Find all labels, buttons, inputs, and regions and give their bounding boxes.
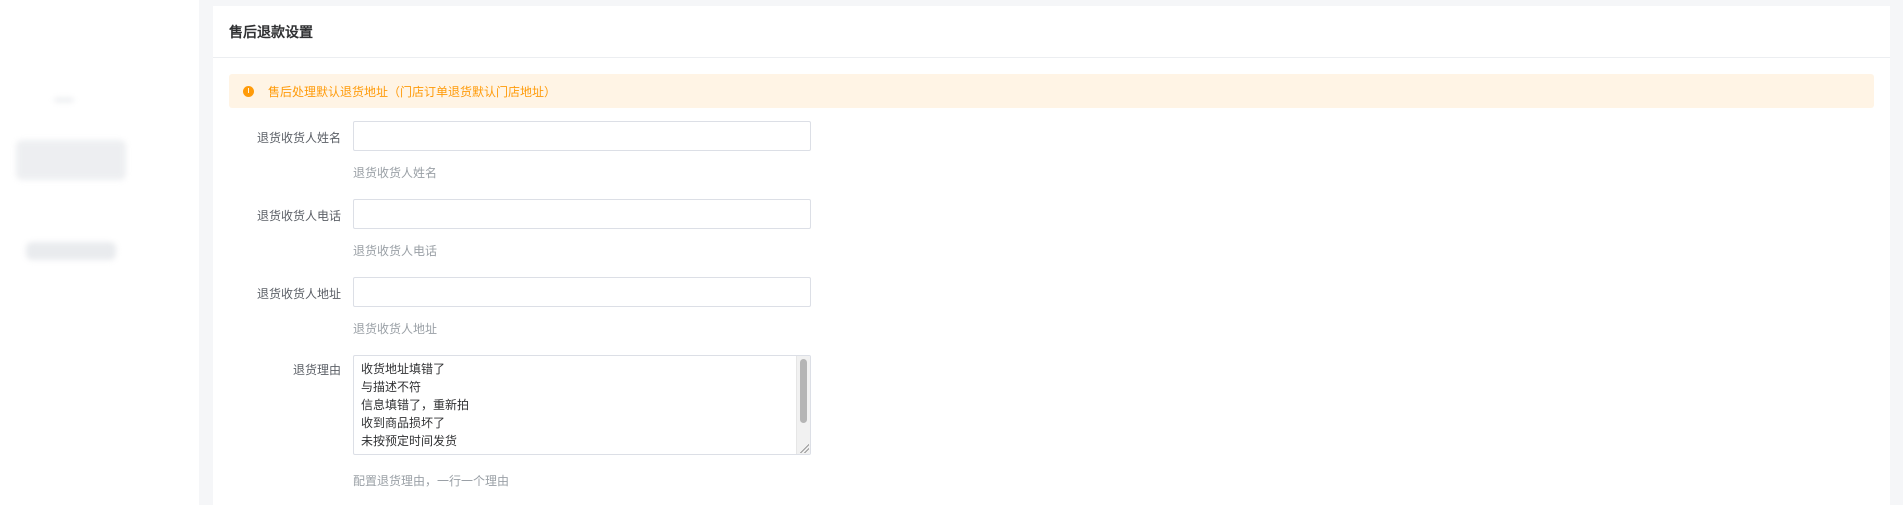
sidebar-blurred-item (16, 140, 126, 180)
alert-text: 售后处理默认退货地址（门店订单退货默认门店地址） (268, 84, 557, 99)
reasons-label: 退货理由 (292, 363, 341, 377)
scrollbar-thumb[interactable] (800, 359, 807, 423)
sidebar (0, 0, 199, 505)
reasons-hint: 配置退货理由，一行一个理由 (353, 474, 510, 488)
return-reasons-textarea[interactable]: 收货地址填错了 与描述不符 信息填错了，重新拍 收到商品损坏了 未按预定时间发货 (353, 355, 811, 455)
reason-line: 未按预定时间发货 (361, 434, 458, 448)
return-name-input[interactable] (353, 121, 811, 151)
reason-line: 收到商品损坏了 (361, 416, 446, 430)
alert-banner: 售后处理默认退货地址（门店订单退货默认门店地址） (229, 74, 1874, 108)
refund-settings-card: 售后退款设置 售后处理默认退货地址（门店订单退货默认门店地址） 退货收货人姓名 … (213, 6, 1890, 505)
resize-handle-icon[interactable] (799, 443, 809, 453)
reason-line: 信息填错了，重新拍 (361, 398, 470, 412)
sidebar-blurred-item (26, 242, 116, 260)
textarea-content: 收货地址填错了 与描述不符 信息填错了，重新拍 收到商品损坏了 未按预定时间发货 (361, 360, 469, 450)
warning-dot-icon (243, 85, 254, 97)
reason-line: 收货地址填错了 (361, 362, 446, 376)
phone-label: 退货收货人电话 (256, 209, 341, 223)
address-hint: 退货收货人地址 (353, 322, 438, 336)
return-address-input[interactable] (353, 277, 811, 307)
address-label: 退货收货人地址 (256, 287, 341, 301)
name-hint: 退货收货人姓名 (353, 166, 438, 180)
page-title: 售后退款设置 (229, 24, 313, 41)
reason-line: 与描述不符 (361, 380, 422, 394)
textarea-scrollbar[interactable] (796, 356, 810, 454)
name-label: 退货收货人姓名 (256, 131, 341, 145)
card-header: 售后退款设置 (213, 6, 1890, 58)
sidebar-blurred-item (54, 98, 74, 102)
phone-hint: 退货收货人电话 (353, 244, 438, 258)
return-phone-input[interactable] (353, 199, 811, 229)
